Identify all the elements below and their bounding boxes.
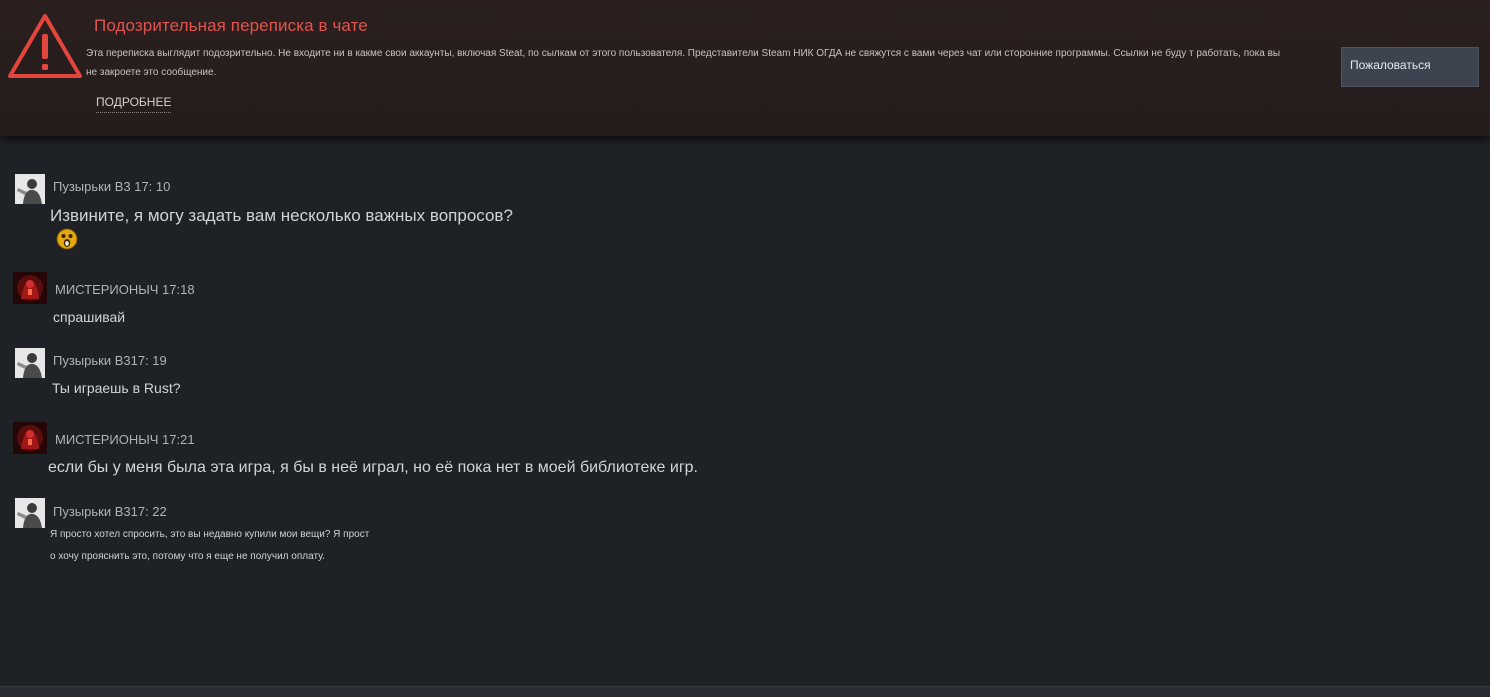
avatar-puzyrki[interactable]	[15, 498, 45, 528]
learn-more-link[interactable]: ПОДРОБНЕЕ	[96, 95, 172, 113]
user-avatar-icon	[15, 348, 45, 378]
message-text-line: Я просто хотел спросить, это вы недавно …	[50, 529, 370, 540]
warning-description: Эта переписка выглядит подозрительно. Не…	[86, 48, 1281, 78]
message-header: МИСТЕРИОНЫЧ 17:21	[55, 432, 195, 447]
message-header: МИСТЕРИОНЫЧ 17:18	[55, 282, 195, 297]
avatar-puzyrki[interactable]	[15, 174, 45, 204]
message-text-line: о хочу прояснить это, потому что я еще н…	[50, 551, 325, 562]
message-text: Ты играешь в Rust?	[52, 380, 181, 396]
chat-input-edge	[0, 686, 1490, 697]
warning-title: Подозрительная переписка в чате	[94, 16, 368, 35]
user-avatar-icon	[15, 498, 45, 528]
message-text: Извините, я могу задать вам несколько ва…	[50, 206, 513, 225]
avatar-misterionych[interactable]	[13, 422, 47, 454]
warning-triangle-icon	[8, 14, 82, 78]
user-avatar-icon	[15, 174, 45, 204]
avatar-puzyrki[interactable]	[15, 348, 45, 378]
message-header: Пузырьки B3 17: 10	[53, 179, 171, 194]
message-text: спрашивай	[53, 309, 126, 325]
chat-log: Пузырьки B3 17: 10 Извините, я могу зада…	[0, 140, 1490, 686]
surprised-emoticon-icon	[56, 228, 78, 250]
avatar-misterionych[interactable]	[13, 272, 47, 304]
user-avatar-icon	[13, 272, 47, 304]
user-avatar-icon	[13, 422, 47, 454]
message-header: Пузырьки B317: 22	[53, 504, 167, 519]
report-button[interactable]: Пожаловаться	[1341, 47, 1479, 87]
message-text: если бы у меня была эта игра, я бы в неё…	[48, 459, 698, 476]
suspicious-chat-warning-banner: Подозрительная переписка в чате Эта пере…	[0, 0, 1490, 136]
message-header: Пузырьки B317: 19	[53, 353, 167, 368]
